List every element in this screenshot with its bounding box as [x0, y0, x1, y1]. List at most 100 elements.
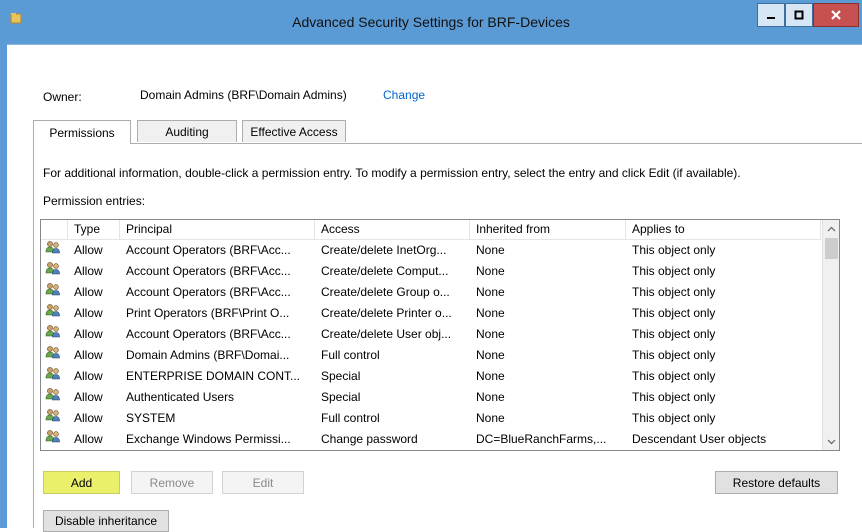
- cell-principal: Print Operators (BRF\Print O...: [126, 306, 290, 320]
- principal-group-icon: [41, 345, 68, 366]
- add-button[interactable]: Add: [43, 471, 120, 494]
- cell-inherited-from: None: [476, 390, 505, 404]
- principal-group-icon: [41, 429, 68, 450]
- cell-applies-to: This object only: [632, 390, 716, 404]
- cell-applies-to: This object only: [632, 264, 716, 278]
- principal-group-icon: [41, 366, 68, 387]
- cell-type: Allow: [74, 348, 103, 362]
- cell-type: Allow: [74, 432, 103, 446]
- cell-type: Allow: [74, 369, 103, 383]
- cell-applies-to: This object only: [632, 285, 716, 299]
- close-button[interactable]: [813, 3, 859, 27]
- cell-applies-to: This object only: [632, 306, 716, 320]
- column-header-applies-to[interactable]: Applies to: [626, 220, 821, 239]
- table-header: Type Principal Access Inherited from App…: [41, 220, 821, 240]
- cell-principal: Authenticated Users: [126, 390, 235, 404]
- cell-applies-to: This object only: [632, 243, 716, 257]
- cell-inherited-from: None: [476, 411, 505, 425]
- table-row[interactable]: Allow Account Operators (BRF\Acc... Create…: [41, 240, 821, 261]
- add-button-label: Add: [70, 475, 93, 490]
- cell-type: Allow: [74, 264, 103, 278]
- close-icon: [831, 10, 841, 20]
- scrollbar-thumb[interactable]: [825, 238, 838, 259]
- cell-inherited-from: None: [476, 348, 505, 362]
- scroll-down-button[interactable]: [823, 433, 839, 450]
- owner-label: Owner:: [43, 90, 82, 104]
- cell-applies-to: This object only: [632, 369, 716, 383]
- change-owner-link[interactable]: Change: [383, 88, 425, 102]
- edit-button[interactable]: Edit: [222, 471, 304, 494]
- column-header-type[interactable]: Type: [68, 220, 120, 239]
- edit-button-label: Edit: [252, 475, 274, 490]
- info-text: For additional information, double-click…: [43, 166, 741, 180]
- remove-button-label: Remove: [149, 475, 195, 490]
- permission-entries-label: Permission entries:: [43, 194, 146, 208]
- cell-principal: Account Operators (BRF\Acc...: [126, 285, 291, 299]
- cell-access: Special: [321, 390, 361, 404]
- column-header-access[interactable]: Access: [315, 220, 470, 239]
- vertical-scrollbar[interactable]: [822, 220, 839, 450]
- remove-button[interactable]: Remove: [131, 471, 213, 494]
- tab-label: Auditing: [165, 124, 209, 139]
- cell-type: Allow: [74, 327, 103, 341]
- tab-permissions[interactable]: Permissions: [33, 120, 131, 144]
- cell-inherited-from: None: [476, 327, 505, 341]
- cell-access: Create/delete InetOrg...: [321, 243, 447, 257]
- chevron-up-icon: [827, 226, 836, 231]
- principal-group-icon: [41, 408, 68, 429]
- tab-auditing[interactable]: Auditing: [137, 120, 237, 142]
- cell-access: Create/delete Comput...: [321, 264, 449, 278]
- table-row[interactable]: Allow Authenticated Users Special None This …: [41, 387, 821, 408]
- cell-inherited-from: None: [476, 306, 505, 320]
- cell-access: Full control: [321, 348, 380, 362]
- cell-applies-to: This object only: [632, 348, 716, 362]
- principal-group-icon: [41, 240, 68, 261]
- restore-defaults-button[interactable]: Restore defaults: [715, 471, 838, 494]
- disable-inheritance-button[interactable]: Disable inheritance: [43, 510, 169, 532]
- cell-access: Create/delete User obj...: [321, 327, 452, 341]
- cell-principal: Exchange Windows Permissi...: [126, 432, 291, 446]
- cell-inherited-from: None: [476, 369, 505, 383]
- cell-principal: Account Operators (BRF\Acc...: [126, 243, 291, 257]
- maximize-button[interactable]: [785, 3, 813, 27]
- table-row[interactable]: Allow Account Operators (BRF\Acc... Create…: [41, 261, 821, 282]
- restore-defaults-label: Restore defaults: [732, 475, 821, 490]
- table-row[interactable]: Allow Account Operators (BRF\Acc... Create…: [41, 324, 821, 345]
- table-row[interactable]: Allow Account Operators (BRF\Acc... Create…: [41, 282, 821, 303]
- disable-inheritance-label: Disable inheritance: [54, 514, 158, 528]
- cell-applies-to: Descendant User objects: [632, 432, 767, 446]
- minimize-icon: [767, 17, 775, 19]
- cell-type: Allow: [74, 243, 103, 257]
- table-row[interactable]: Allow Print Operators (BRF\Print O... Crea…: [41, 303, 821, 324]
- maximize-icon: [794, 10, 804, 20]
- chevron-down-icon: [827, 439, 836, 444]
- cell-inherited-from: DC=BlueRanchFarms,...: [476, 432, 607, 446]
- cell-principal: SYSTEM: [126, 411, 176, 425]
- cell-inherited-from: None: [476, 264, 505, 278]
- cell-principal: Account Operators (BRF\Acc...: [126, 327, 291, 341]
- table-row[interactable]: Allow Exchange Windows Permissi... Change …: [41, 429, 821, 450]
- cell-principal: Account Operators (BRF\Acc...: [126, 264, 291, 278]
- owner-value: Domain Admins (BRF\Domain Admins): [140, 88, 347, 102]
- cell-principal: ENTERPRISE DOMAIN CONT...: [126, 369, 301, 383]
- scroll-up-button[interactable]: [823, 220, 839, 237]
- column-header-inherited-from[interactable]: Inherited from: [470, 220, 626, 239]
- cell-access: Create/delete Printer o...: [321, 306, 452, 320]
- cell-access: Create/delete Group o...: [321, 285, 450, 299]
- minimize-button[interactable]: [757, 3, 785, 27]
- header-icon-column: [41, 220, 68, 239]
- tab-effective-access[interactable]: Effective Access: [242, 120, 346, 142]
- table-row[interactable]: Allow ENTERPRISE DOMAIN CONT... Special Non…: [41, 366, 821, 387]
- table-row[interactable]: Allow SYSTEM Full control None This object o…: [41, 408, 821, 429]
- column-header-principal[interactable]: Principal: [120, 220, 315, 239]
- window-frame-left: [0, 0, 7, 528]
- cell-inherited-from: None: [476, 285, 505, 299]
- principal-group-icon: [41, 387, 68, 408]
- cell-principal: Domain Admins (BRF\Domai...: [126, 348, 290, 362]
- cell-type: Allow: [74, 306, 103, 320]
- principal-group-icon: [41, 324, 68, 345]
- table-row[interactable]: Allow Domain Admins (BRF\Domai... Full con…: [41, 345, 821, 366]
- permission-entries-table[interactable]: Type Principal Access Inherited from App…: [40, 219, 840, 451]
- tab-label: Effective Access: [250, 124, 338, 139]
- cell-applies-to: This object only: [632, 411, 716, 425]
